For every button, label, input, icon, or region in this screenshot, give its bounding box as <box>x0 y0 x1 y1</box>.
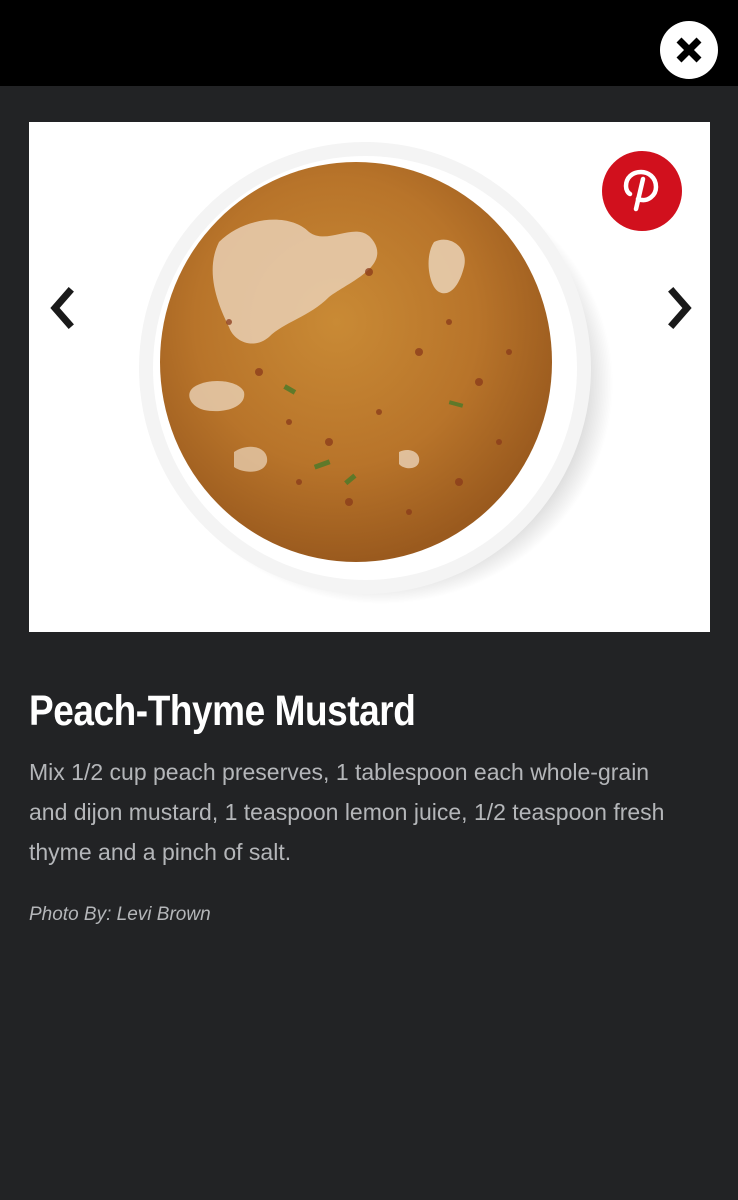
pinterest-icon <box>623 169 659 212</box>
pinterest-save-button[interactable] <box>602 151 682 231</box>
chevron-left-icon <box>50 287 74 329</box>
slide-title: Peach-Thyme Mustard <box>29 687 416 735</box>
slide-caption: Peach-Thyme Mustard Mix 1/2 cup peach pr… <box>29 684 709 928</box>
photo-credit: Photo By: Levi Brown <box>29 904 211 925</box>
chevron-right-icon <box>668 287 692 329</box>
top-bar <box>0 0 738 86</box>
slide-image-frame <box>29 122 710 632</box>
next-slide-button[interactable] <box>655 276 703 340</box>
slide-description: Mix 1/2 cup peach preserves, 1 tablespoo… <box>29 759 665 865</box>
previous-slide-button[interactable] <box>39 276 87 340</box>
close-button[interactable] <box>660 21 718 79</box>
close-icon <box>676 37 702 63</box>
